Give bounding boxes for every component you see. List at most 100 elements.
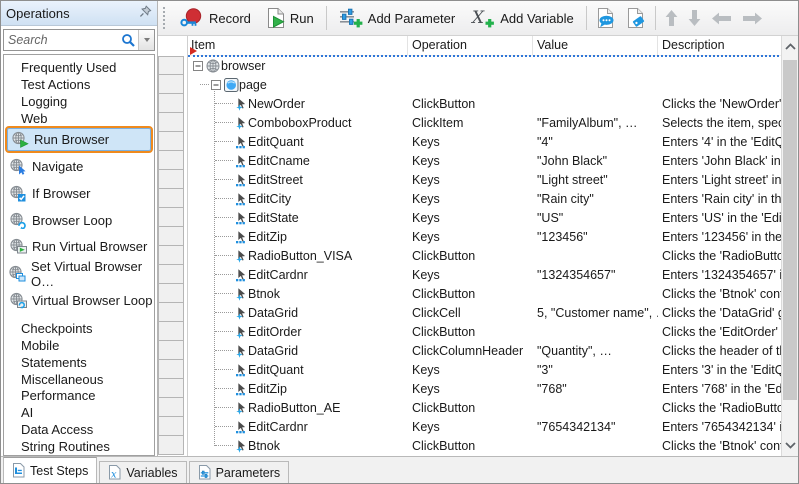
- gutter-cell[interactable]: [158, 208, 184, 227]
- gutter-cell[interactable]: [158, 436, 184, 455]
- column-header-operation[interactable]: Operation: [408, 36, 533, 55]
- gutter-cell[interactable]: [158, 360, 184, 379]
- grid-cell: Enters '1324354657' i: [658, 265, 781, 284]
- gutter-cell[interactable]: [158, 417, 184, 436]
- test-step-row[interactable]: EditQuantKeys"4"Enters '4' in the 'EditQ: [188, 132, 781, 151]
- scroll-down-icon[interactable]: [782, 437, 798, 454]
- move-down-button[interactable]: [683, 4, 706, 32]
- move-left-button[interactable]: [706, 4, 737, 32]
- add-variable-button[interactable]: XAdd Variable: [463, 4, 581, 32]
- record-button[interactable]: Record: [171, 4, 259, 32]
- test-step-row[interactable]: EditCityKeys"Rain city"Enters 'Rain city…: [188, 189, 781, 208]
- gutter-cell[interactable]: [158, 284, 184, 303]
- tree-node-label: page: [239, 78, 267, 92]
- test-step-row[interactable]: DataGridClickCell5, "Customer name", …Cl…: [188, 303, 781, 322]
- toolbar-grip[interactable]: [163, 7, 167, 29]
- tree-node-row[interactable]: page: [188, 75, 781, 94]
- keys-icon: [235, 363, 248, 377]
- sidebar-item-checkpoints[interactable]: Checkpoints: [4, 320, 154, 337]
- sidebar-item-test-actions[interactable]: Test Actions: [4, 76, 154, 93]
- grid-cell: RadioButton_AE: [188, 398, 408, 417]
- sidebar-item-set-virtual-browser-o[interactable]: Set Virtual Browser O…: [4, 260, 154, 287]
- test-step-row[interactable]: EditOrderClickButtonClicks the 'EditOrde…: [188, 322, 781, 341]
- gutter-cell[interactable]: [158, 189, 184, 208]
- gutter-cell[interactable]: [158, 170, 184, 189]
- gutter-cell[interactable]: [158, 113, 184, 132]
- gutter-cell[interactable]: [158, 94, 184, 113]
- add-variable-icon: X: [471, 8, 495, 28]
- test-step-row[interactable]: EditQuantKeys"3"Enters '3' in the 'EditQ: [188, 360, 781, 379]
- run-button[interactable]: Run: [259, 4, 322, 32]
- grid-cell: 5, "Customer name", …: [533, 303, 658, 322]
- gutter-cell[interactable]: [158, 322, 184, 341]
- sidebar-item-navigate[interactable]: Navigate: [4, 153, 154, 180]
- sidebar-item-virtual-browser-loop[interactable]: Virtual Browser Loop: [4, 287, 154, 314]
- tag-button[interactable]: [621, 4, 651, 32]
- gutter-cell[interactable]: [158, 265, 184, 284]
- test-step-row[interactable]: EditCardnrKeys"1324354657"Enters '132435…: [188, 265, 781, 284]
- sidebar-item-web[interactable]: Web: [4, 110, 154, 127]
- gutter-cell[interactable]: [158, 75, 184, 94]
- gutter-cell[interactable]: [158, 227, 184, 246]
- collapse-toggle-icon[interactable]: [211, 80, 221, 90]
- test-step-row[interactable]: EditZipKeys"123456"Enters '123456' in th…: [188, 227, 781, 246]
- tab-test-steps[interactable]: Test Steps: [3, 457, 97, 483]
- test-step-row[interactable]: EditStreetKeys"Light street"Enters 'Ligh…: [188, 170, 781, 189]
- test-step-row[interactable]: EditZipKeys"768"Enters '768' in the 'Edi: [188, 379, 781, 398]
- column-header-description[interactable]: Description: [658, 36, 781, 55]
- test-step-row[interactable]: RadioButton_AEClickButtonClicks the 'Rad…: [188, 398, 781, 417]
- sidebar-item-run-virtual-browser[interactable]: Run Virtual Browser: [4, 234, 154, 261]
- sidebar-item-logging[interactable]: Logging: [4, 93, 154, 110]
- test-step-row[interactable]: BtnokClickButtonClicks the 'Btnok' contr…: [188, 436, 781, 455]
- sidebar-item-frequently-used[interactable]: Frequently Used: [4, 59, 154, 76]
- test-step-row[interactable]: RadioButton_VISAClickButtonClicks the 'R…: [188, 246, 781, 265]
- test-step-row[interactable]: BtnokClickButtonClicks the 'Btnok' contr…: [188, 284, 781, 303]
- sidebar-item-data-access[interactable]: Data Access: [4, 421, 154, 438]
- move-right-button[interactable]: [737, 4, 768, 32]
- test-step-row[interactable]: NewOrderClickButtonClicks the 'NewOrder': [188, 94, 781, 113]
- gutter-cell[interactable]: [158, 379, 184, 398]
- gutter-cell[interactable]: [158, 246, 184, 265]
- sidebar-item-mobile[interactable]: Mobile: [4, 337, 154, 354]
- scroll-up-icon[interactable]: [782, 38, 798, 55]
- add-parameter-button[interactable]: Add Parameter: [331, 4, 463, 32]
- tab-variables[interactable]: xVariables: [99, 461, 186, 483]
- grid-cell: [408, 56, 533, 75]
- sidebar-item-label: Logging: [21, 94, 67, 109]
- search-input[interactable]: [4, 33, 118, 47]
- gutter-cell[interactable]: [158, 341, 184, 360]
- test-step-row[interactable]: EditCnameKeys"John Black"Enters 'John Bl…: [188, 151, 781, 170]
- sidebar-item-statements[interactable]: Statements: [4, 354, 154, 371]
- collapse-toggle-icon[interactable]: [193, 61, 203, 71]
- gutter-cell[interactable]: [158, 398, 184, 417]
- pin-icon[interactable]: [139, 5, 152, 21]
- search-options-dropdown[interactable]: [138, 30, 154, 50]
- gutter-cell[interactable]: [158, 151, 184, 170]
- test-step-row[interactable]: DataGridClickColumnHeader"Quantity", …Cl…: [188, 341, 781, 360]
- sidebar-item-label: Performance: [21, 388, 95, 403]
- test-step-row[interactable]: EditStateKeys"US"Enters 'US' in the 'Edi…: [188, 208, 781, 227]
- sidebar-item-performance[interactable]: Performance: [4, 388, 154, 405]
- sidebar-item-if-browser[interactable]: If Browser: [4, 180, 154, 207]
- sidebar-item-run-browser[interactable]: Run Browser: [5, 126, 153, 153]
- sidebar-item-ai[interactable]: AI: [4, 404, 154, 421]
- tree-guide-stub: [215, 293, 233, 294]
- vertical-scrollbar[interactable]: [781, 36, 798, 456]
- column-header-value[interactable]: Value: [533, 36, 658, 55]
- grid-cell: "US": [533, 208, 658, 227]
- test-step-row[interactable]: ComboboxProductClickItem"FamilyAlbum", ……: [188, 113, 781, 132]
- sidebar-item-miscellaneous[interactable]: Miscellaneous: [4, 371, 154, 388]
- search-icon[interactable]: [118, 33, 138, 48]
- gutter-cell[interactable]: [158, 56, 184, 75]
- gutter-cell[interactable]: [158, 303, 184, 322]
- scrollbar-thumb[interactable]: [783, 60, 797, 400]
- description-button[interactable]: [591, 4, 621, 32]
- test-step-row[interactable]: EditCardnrKeys"7654342134"Enters '765434…: [188, 417, 781, 436]
- sidebar-item-browser-loop[interactable]: Browser Loop: [4, 207, 154, 234]
- tree-node-row[interactable]: browser: [188, 56, 781, 75]
- move-up-button[interactable]: [660, 4, 683, 32]
- gutter-cell[interactable]: [158, 132, 184, 151]
- sidebar-item-string-routines[interactable]: String Routines: [4, 438, 154, 455]
- column-header-item[interactable]: Item: [188, 36, 408, 55]
- tab-parameters[interactable]: Parameters: [189, 461, 290, 483]
